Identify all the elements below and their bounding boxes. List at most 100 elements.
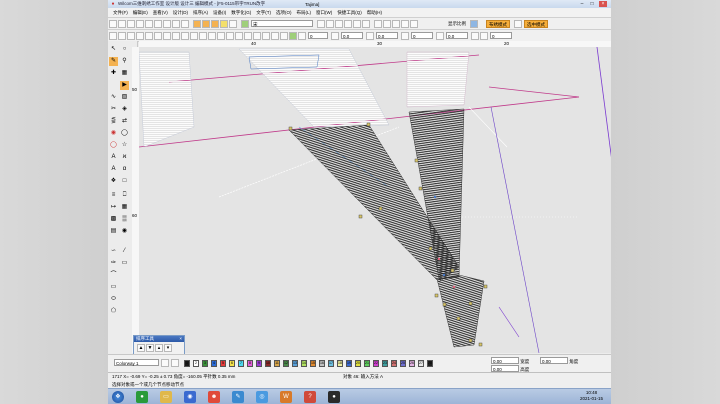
color-swatch[interactable]: 12 — [283, 360, 289, 367]
color-swatch[interactable]: 21 — [364, 360, 370, 367]
prop-icon-28[interactable] — [480, 31, 488, 40]
prop-icon-6[interactable] — [154, 31, 162, 40]
column-icon[interactable]: ▧ — [120, 93, 129, 102]
stitch-tool-4-icon[interactable] — [220, 19, 228, 28]
prop-icon-2[interactable] — [118, 31, 126, 40]
ellipse-icon[interactable]: ◯ — [120, 129, 129, 138]
menu-layout[interactable]: 布局(L) — [297, 10, 312, 16]
move-last-icon[interactable]: ▼ — [146, 344, 154, 352]
prop-icon-22[interactable] — [298, 31, 306, 40]
edit-color-icon[interactable] — [171, 359, 179, 367]
color-swatch[interactable]: 28 — [427, 360, 433, 367]
prop-icon-11[interactable] — [199, 31, 207, 40]
color-swatch[interactable]: 8 — [247, 360, 253, 367]
height-field[interactable]: 0.00 — [491, 365, 519, 372]
color-swatch[interactable]: 1 — [184, 360, 190, 367]
open-icon[interactable] — [118, 19, 126, 28]
prop-icon-16[interactable] — [244, 31, 252, 40]
view-icon-2[interactable] — [383, 19, 391, 28]
prop-icon-5[interactable] — [145, 31, 153, 40]
stitch-tool-2-icon[interactable] — [202, 19, 210, 28]
move-down-icon[interactable]: ▾ — [164, 344, 172, 352]
pattern-icon[interactable]: ▩ — [109, 215, 118, 224]
help-app-icon[interactable]: ? — [304, 391, 316, 403]
prop-icon-19[interactable] — [271, 31, 279, 40]
menu-design[interactable]: 设计(D) — [173, 10, 188, 16]
lettering-icon[interactable]: A — [109, 165, 118, 174]
field-e-input[interactable]: 0.0 — [446, 32, 468, 39]
digitize-icon[interactable]: ✎ — [109, 57, 118, 66]
print-icon[interactable] — [136, 19, 144, 28]
field-f-input[interactable]: 0 — [490, 32, 512, 39]
menu-device[interactable]: 设备(I) — [213, 10, 226, 16]
prop-icon-18[interactable] — [262, 31, 270, 40]
reshape-icon[interactable]: ○ — [120, 45, 129, 54]
cut-icon[interactable] — [145, 19, 153, 28]
qq-icon[interactable]: ☻ — [208, 391, 220, 403]
color-swatch[interactable]: 18 — [337, 360, 343, 367]
stitch-tool-5-icon[interactable] — [229, 19, 237, 28]
menu-text[interactable]: 文字(T) — [256, 10, 271, 16]
curve-icon[interactable]: ∽ — [109, 247, 118, 256]
width-field[interactable]: 0.00 — [491, 357, 519, 364]
color-swatch[interactable]: 27 — [418, 360, 424, 367]
menu-view[interactable]: 查看(V) — [153, 10, 168, 16]
color-swatch[interactable]: 10 — [265, 360, 271, 367]
line-icon[interactable]: ⁄ — [120, 247, 129, 256]
oval-icon[interactable]: ⬭ — [109, 295, 118, 304]
menu-edit[interactable]: 编辑(E) — [133, 10, 148, 16]
color-swatch[interactable]: 26 — [409, 360, 415, 367]
spacing-icon[interactable] — [362, 19, 370, 28]
prop-icon-15[interactable] — [235, 31, 243, 40]
color-swatch[interactable]: 6 — [229, 360, 235, 367]
satin-icon[interactable]: ✚ — [109, 69, 118, 78]
align-center-icon[interactable] — [344, 19, 352, 28]
undo-icon[interactable] — [172, 19, 180, 28]
color-swatch[interactable]: 24 — [391, 360, 397, 367]
color-swatch[interactable]: 11 — [274, 360, 280, 367]
color-swatch[interactable]: 16 — [319, 360, 325, 367]
star-icon[interactable]: ☆ — [120, 141, 129, 150]
wilcom-app-icon[interactable]: W — [280, 391, 292, 403]
copy-icon[interactable] — [154, 19, 162, 28]
color-swatch[interactable]: 14 — [301, 360, 307, 367]
close-icon[interactable]: × — [179, 336, 182, 342]
color-swatch[interactable]: 5 — [220, 360, 226, 367]
prop-icon-3[interactable] — [127, 31, 135, 40]
branch-icon[interactable]: ⋚ — [109, 117, 118, 126]
align-left-icon[interactable] — [335, 19, 343, 28]
view-icon-4[interactable] — [401, 19, 409, 28]
monogram-icon[interactable]: א — [120, 153, 129, 162]
stitch-tool-3-icon[interactable] — [211, 19, 219, 28]
bold-icon[interactable] — [317, 19, 325, 28]
arc-icon[interactable]: ⌒ — [109, 271, 118, 280]
cut-tool-icon[interactable]: ✂ — [109, 105, 118, 114]
measure-icon[interactable]: ↦ — [109, 203, 118, 212]
mirror-icon[interactable]: ⇄ — [120, 117, 129, 126]
font-tool-icon[interactable]: α — [120, 165, 129, 174]
brush-icon[interactable]: ✑ — [109, 259, 118, 268]
color-swatch[interactable]: 25 — [400, 360, 406, 367]
polygon-icon[interactable]: ⬠ — [109, 307, 118, 316]
paste-icon[interactable] — [163, 19, 171, 28]
outline-icon[interactable]: □ — [120, 177, 129, 186]
select-arrow-icon[interactable]: ↖ — [109, 45, 118, 54]
color-swatch[interactable]: 19 — [346, 360, 352, 367]
color-swatch[interactable]: 4 — [211, 360, 217, 367]
input-a-icon[interactable]: ▶ — [120, 81, 129, 90]
layer-icon[interactable]: ▤ — [109, 227, 118, 236]
color-swatch[interactable]: 15 — [310, 360, 316, 367]
view-icon-1[interactable] — [374, 19, 382, 28]
prop-icon-4[interactable] — [136, 31, 144, 40]
prop-icon-9[interactable] — [181, 31, 189, 40]
recorder-icon[interactable]: ● — [328, 391, 340, 403]
pen-app-icon[interactable]: ✎ — [232, 391, 244, 403]
color-swatch[interactable]: 3 — [202, 360, 208, 367]
folder-icon[interactable]: ▭ — [160, 391, 172, 403]
network-icon[interactable]: ◉ — [184, 391, 196, 403]
angle-field[interactable]: 0.00 — [540, 357, 568, 364]
field-d-input[interactable]: 0 — [411, 32, 433, 39]
color-swatch[interactable]: 9 — [256, 360, 262, 367]
menu-help[interactable]: 帮助(H) — [367, 10, 382, 16]
stop-icon[interactable]: ◉ — [109, 129, 118, 138]
